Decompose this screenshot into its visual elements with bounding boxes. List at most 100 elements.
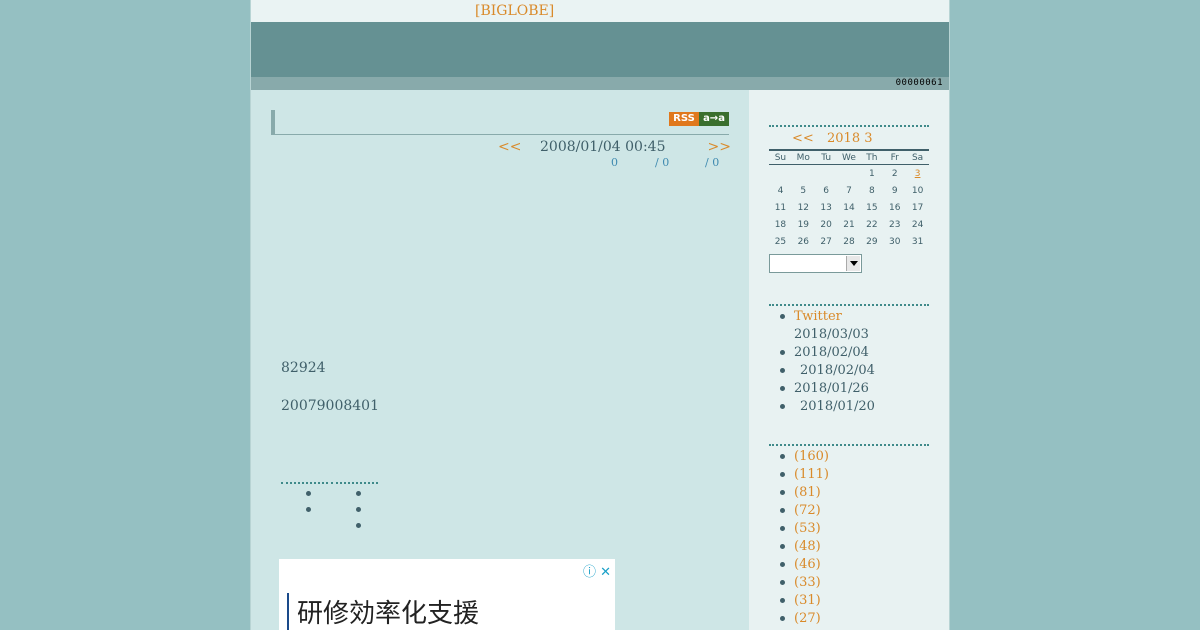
category-item[interactable]: (48) (769, 538, 939, 556)
recent-entry[interactable]: 2018/02/04 (769, 362, 939, 380)
category-item[interactable]: (31) (769, 592, 939, 610)
category-item[interactable]: (81) (769, 484, 939, 502)
entry-text-line: 20079008401 (281, 398, 379, 414)
entry-date: 2008/01/04 00:45 (540, 139, 666, 155)
recent-entry[interactable]: Twitter 2018/03/03 (769, 308, 939, 344)
other-count-link[interactable]: / 0 (705, 156, 719, 169)
category-list: (160) (111) (81) (72) (53) (48) (46) (33) (31) (2… (769, 448, 939, 628)
list-item[interactable] (331, 516, 378, 532)
category-item[interactable]: (27) (769, 610, 939, 628)
calendar-weekday: Tu (821, 152, 832, 163)
calendar-day: 15 (866, 202, 878, 213)
info-icon[interactable]: ⓘ (583, 565, 596, 580)
sidebar: << 2018 3 Su Mo Tu We Th Fr Sa 1 2 3 4 5 6 7 8 9 10 11 12 1… (749, 90, 949, 630)
calendar-day: 2 (891, 168, 898, 179)
recent-entry-date: 2018/02/04 (794, 345, 869, 360)
category-count-link[interactable]: (81) (794, 485, 821, 500)
calendar-month-title: 2018 3 (827, 131, 873, 146)
next-entry-link[interactable]: >> (708, 139, 731, 155)
entry-footer-lists (281, 482, 381, 542)
calendar-weekday: Mo (796, 152, 810, 163)
calendar-day: 17 (911, 202, 924, 213)
archive-month-select[interactable] (769, 254, 862, 273)
close-icon[interactable]: ✕ (600, 565, 611, 580)
sidebar-divider (769, 125, 929, 127)
ad-accent-bar (287, 593, 289, 630)
calendar-day: 30 (889, 236, 901, 247)
recent-entry-date: 2018/01/26 (794, 381, 869, 396)
category-item[interactable]: (33) (769, 574, 939, 592)
recent-entry-date: 2018/03/03 (794, 327, 869, 342)
category-count-link[interactable]: (27) (794, 611, 821, 626)
comment-count-link[interactable]: 0 (611, 156, 618, 169)
category-count-link[interactable]: (33) (794, 575, 821, 590)
calendar-weekday: Sa (911, 152, 924, 163)
category-item[interactable]: (160) (769, 448, 939, 466)
main-content: RSS a→a << 2008/01/04 00:45 >> 0 / 0 / 0… (251, 90, 749, 630)
access-counter: 00000061 (895, 78, 943, 88)
calendar-day: 28 (843, 236, 855, 247)
calendar-day: 11 (774, 202, 787, 213)
calendar-weekday: Su (774, 152, 787, 163)
category-count-link[interactable]: (53) (794, 521, 821, 536)
category-item[interactable]: (72) (769, 502, 939, 520)
trackback-count-link[interactable]: / 0 (655, 156, 669, 169)
entry-text-line: 82924 (281, 360, 326, 376)
ad-banner[interactable]: ⓘ ✕ 研修効率化支援 (279, 559, 615, 630)
calendar-day: 26 (797, 236, 810, 247)
recent-entry[interactable]: 2018/01/26 (769, 380, 939, 398)
recent-entry-title[interactable]: Twitter (794, 309, 842, 324)
biglobe-link[interactable]: [BIGLOBE] (475, 3, 554, 19)
category-count-link[interactable]: (160) (794, 449, 829, 464)
entry-title-bar: RSS a→a (271, 110, 729, 135)
top-bar: [BIGLOBE] (251, 0, 949, 22)
recent-entry-date: 2018/01/20 (800, 399, 875, 414)
category-item[interactable]: (46) (769, 556, 939, 574)
list-item[interactable] (281, 500, 328, 516)
category-item[interactable]: (53) (769, 520, 939, 538)
calendar-day[interactable]: 3 (906, 169, 929, 179)
calendar-prev-link[interactable]: << (792, 131, 814, 146)
list-item[interactable] (331, 484, 378, 500)
rss-reader-icon: a→a (699, 112, 729, 126)
calendar-day: 5 (800, 185, 807, 196)
calendar-day: 4 (777, 185, 784, 196)
calendar-weekday: We (842, 152, 856, 163)
category-item[interactable]: (111) (769, 466, 939, 484)
category-count-link[interactable]: (31) (794, 593, 821, 608)
category-count-link[interactable]: (46) (794, 557, 821, 572)
footer-list-left (281, 482, 328, 516)
calendar-day: 20 (820, 219, 832, 230)
calendar-weekday: Fr (890, 152, 899, 163)
prev-entry-link[interactable]: << (498, 139, 521, 155)
category-count-link[interactable]: (111) (794, 467, 829, 482)
calendar-day: 18 (774, 219, 787, 230)
calendar-day: 1 (869, 168, 875, 179)
ad-controls: ⓘ ✕ (583, 561, 611, 580)
recent-entry[interactable]: 2018/01/20 (769, 398, 939, 416)
calendar-day: 8 (869, 185, 875, 196)
calendar-day: 25 (774, 236, 787, 247)
calendar-day: 27 (820, 236, 832, 247)
counter-bar: 00000061 (251, 77, 949, 90)
calendar-week-row: 1 23 (769, 165, 929, 182)
category-count-link[interactable]: (48) (794, 539, 821, 554)
category-count-link[interactable]: (72) (794, 503, 821, 518)
calendar-week-row: 4 5 6 7 8 9 10 (769, 182, 929, 199)
recent-entry[interactable]: 2018/02/04 (769, 344, 939, 362)
calendar-day: 9 (891, 185, 898, 196)
chevron-down-icon (846, 256, 860, 271)
ad-headline[interactable]: 研修効率化支援 (297, 593, 479, 630)
calendar-day: 29 (866, 236, 878, 247)
calendar-week-row: 11 12 13 14 15 16 17 (769, 199, 929, 216)
rss-badge[interactable]: RSS a→a (669, 112, 729, 126)
calendar-header: << 2018 3 (769, 131, 929, 147)
calendar-day: 13 (820, 202, 832, 213)
calendar-day: 21 (843, 219, 855, 230)
calendar-day: 16 (889, 202, 901, 213)
list-item[interactable] (281, 484, 328, 500)
list-item[interactable] (331, 500, 378, 516)
calendar-day: 10 (911, 185, 924, 196)
calendar-week-row: 18 19 20 21 22 23 24 (769, 216, 929, 233)
calendar-day: 31 (911, 236, 924, 247)
